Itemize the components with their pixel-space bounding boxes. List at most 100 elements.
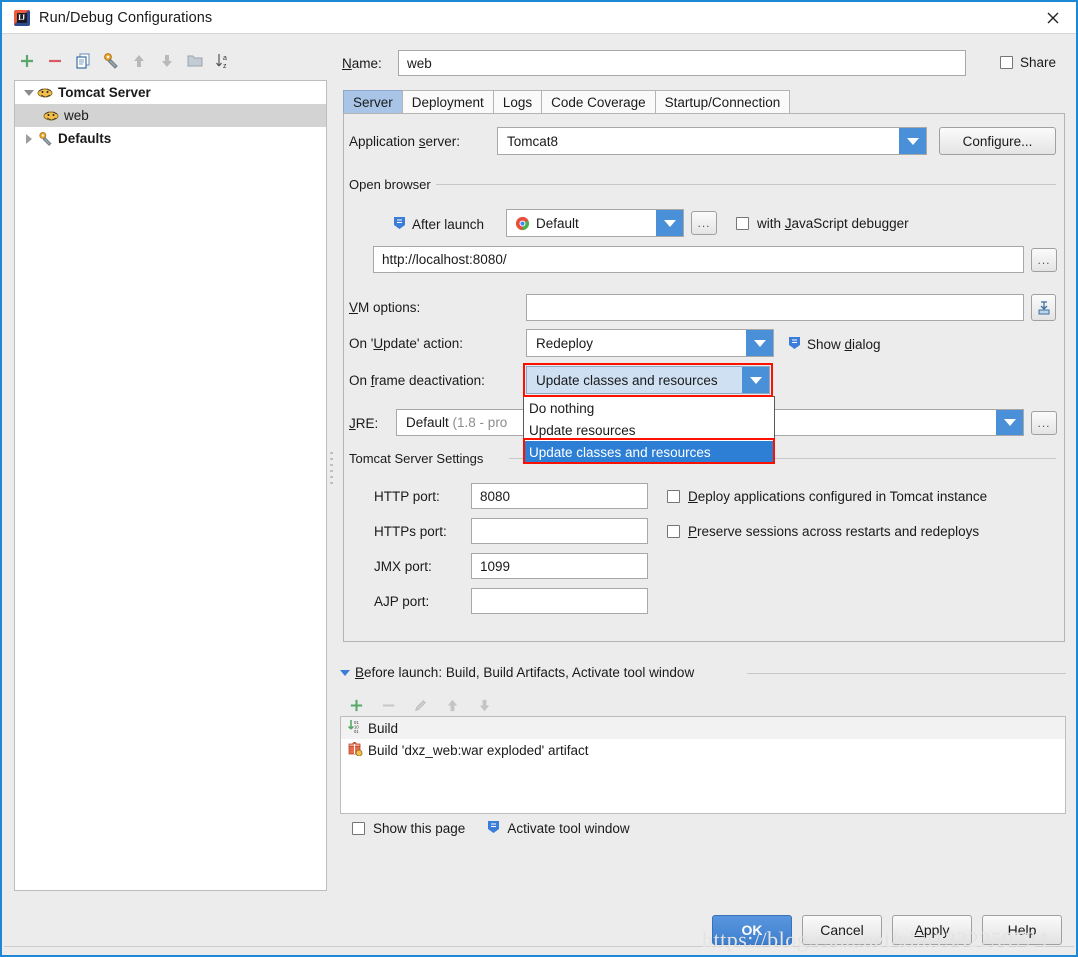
configurations-toolbar: a z xyxy=(14,46,324,76)
dropdown-item-label: Do nothing xyxy=(529,400,595,416)
expand-editor-icon[interactable] xyxy=(1031,294,1056,321)
tree-node-web[interactable]: web xyxy=(15,104,326,127)
move-up-button[interactable] xyxy=(126,48,152,74)
remove-configuration-button[interactable] xyxy=(42,48,68,74)
after-launch-label: After launch xyxy=(393,216,484,233)
application-server-combo[interactable]: Tomcat8 xyxy=(497,127,927,155)
jre-value-hint: (1.8 - pro xyxy=(452,415,508,430)
intellij-idea-icon: IJ xyxy=(14,10,30,26)
ajp-port-input[interactable] xyxy=(471,588,648,614)
before-launch-header[interactable]: Before launch: Build, Build Artifacts, A… xyxy=(340,665,694,680)
preserve-sessions-label: Preserve sessions across restarts and re… xyxy=(688,524,980,539)
chevron-down-icon[interactable] xyxy=(656,210,683,236)
tab-server[interactable]: Server xyxy=(343,90,403,113)
move-down-button[interactable] xyxy=(154,48,180,74)
create-folder-button[interactable] xyxy=(182,48,208,74)
show-dialog-checkbox[interactable]: Show dialog xyxy=(788,336,881,353)
show-this-page-checkbox-box[interactable] xyxy=(352,822,365,835)
name-input[interactable]: web xyxy=(398,50,966,76)
browser-browse-button[interactable]: ... xyxy=(691,211,717,235)
show-dialog-label: Show dialog xyxy=(807,337,881,352)
panel-splitter[interactable] xyxy=(329,452,335,490)
tab-label: Deployment xyxy=(411,94,484,110)
before-launch-add-button[interactable] xyxy=(343,692,369,718)
on-frame-deactivation-combo[interactable]: Update classes and resources xyxy=(526,366,770,394)
tree-node-tomcat-server[interactable]: Tomcat Server xyxy=(15,81,326,104)
dropdown-item-label: Update classes and resources xyxy=(529,444,711,460)
before-launch-title: Before launch: Build, Build Artifacts, A… xyxy=(355,665,695,680)
application-server-value: Tomcat8 xyxy=(507,133,559,149)
vm-options-input[interactable] xyxy=(526,294,1024,321)
svg-text:01: 01 xyxy=(354,729,359,734)
tomcat-icon xyxy=(37,85,54,101)
edit-defaults-wrench-icon[interactable] xyxy=(98,48,124,74)
on-frame-deactivation-value: Update classes and resources xyxy=(536,372,718,388)
add-configuration-button[interactable] xyxy=(14,48,40,74)
tab-code-coverage[interactable]: Code Coverage xyxy=(541,90,656,113)
configure-button[interactable]: Configure... xyxy=(939,127,1056,155)
ellipsis-icon: ... xyxy=(1037,416,1051,430)
deploy-applications-label: Deploy applications configured in Tomcat… xyxy=(688,489,988,504)
configure-button-label: Configure... xyxy=(962,133,1033,149)
tab-logs[interactable]: Logs xyxy=(492,90,543,113)
before-launch-edit-pencil-icon[interactable] xyxy=(407,692,433,718)
chevron-right-icon[interactable] xyxy=(21,131,37,147)
build-icon: 01 10 01 xyxy=(347,719,363,737)
chevron-down-icon[interactable] xyxy=(996,410,1023,435)
javascript-debugger-checkbox-box[interactable] xyxy=(736,217,749,230)
chevron-down-icon[interactable] xyxy=(340,669,350,676)
dropdown-item-do-nothing[interactable]: Do nothing xyxy=(524,397,774,419)
share-checkbox-box[interactable] xyxy=(1000,56,1013,69)
chevron-down-icon[interactable] xyxy=(21,85,37,101)
tab-deployment[interactable]: Deployment xyxy=(401,90,494,113)
share-checkbox[interactable]: Share xyxy=(1000,55,1056,70)
browser-url-browse-button[interactable]: ... xyxy=(1031,248,1057,272)
activate-tool-window-checkbox[interactable]: Activate tool window xyxy=(487,820,630,837)
chevron-down-icon[interactable] xyxy=(742,367,769,393)
run-config-icon xyxy=(788,336,801,353)
before-launch-remove-button[interactable] xyxy=(375,692,401,718)
on-update-action-combo[interactable]: Redeploy xyxy=(526,329,774,357)
tab-label: Server xyxy=(353,94,393,110)
before-launch-item-build[interactable]: 01 10 01 Build xyxy=(341,717,1065,739)
before-launch-group-line xyxy=(747,673,1066,674)
tree-node-label: Defaults xyxy=(58,131,112,146)
browser-combo[interactable]: Default xyxy=(506,209,684,237)
deploy-applications-checkbox[interactable]: Deploy applications configured in Tomcat… xyxy=(667,489,987,504)
vm-options-label: VM options: xyxy=(349,300,421,315)
chevron-down-icon[interactable] xyxy=(746,330,773,356)
javascript-debugger-label: with JavaScript debugger xyxy=(757,216,909,231)
preserve-sessions-checkbox[interactable]: Preserve sessions across restarts and re… xyxy=(667,524,979,539)
before-launch-move-up-button[interactable] xyxy=(439,692,465,718)
browser-url-input[interactable]: http://localhost:8080/ xyxy=(373,246,1024,273)
copy-configuration-button[interactable] xyxy=(70,48,96,74)
jmx-port-value: 1099 xyxy=(480,558,511,574)
https-port-input[interactable] xyxy=(471,518,648,544)
on-frame-deactivation-dropdown[interactable]: Do nothing Update resources Update class… xyxy=(523,396,775,464)
before-launch-list[interactable]: 01 10 01 Build Build 'dxz_web:war explod… xyxy=(340,716,1066,814)
before-launch-move-down-button[interactable] xyxy=(471,692,497,718)
deploy-applications-checkbox-box[interactable] xyxy=(667,490,680,503)
close-icon[interactable] xyxy=(1030,2,1076,33)
chevron-down-icon[interactable] xyxy=(899,128,926,154)
tree-node-defaults[interactable]: Defaults xyxy=(15,127,326,150)
activate-tool-window-label: Activate tool window xyxy=(507,821,630,836)
preserve-sessions-checkbox-box[interactable] xyxy=(667,525,680,538)
show-this-page-checkbox[interactable]: Show this page xyxy=(352,821,465,836)
before-launch-item-artifact[interactable]: Build 'dxz_web:war exploded' artifact xyxy=(341,739,1065,761)
sort-az-icon[interactable]: a z xyxy=(210,48,236,74)
javascript-debugger-checkbox[interactable]: with JavaScript debugger xyxy=(736,216,909,231)
jmx-port-input[interactable]: 1099 xyxy=(471,553,648,579)
svg-text:z: z xyxy=(223,63,227,70)
before-launch-options: Show this page Activate tool window xyxy=(352,820,630,837)
configurations-tree[interactable]: Tomcat Server web Defaults xyxy=(14,80,327,891)
dropdown-item-update-classes-and-resources[interactable]: Update classes and resources xyxy=(524,441,774,463)
dropdown-item-update-resources[interactable]: Update resources xyxy=(524,419,774,441)
title-divider xyxy=(2,33,1076,34)
tab-label: Startup/Connection xyxy=(664,94,781,110)
tab-startup-connection[interactable]: Startup/Connection xyxy=(654,90,791,113)
jre-value: Default (1.8 - pro xyxy=(397,415,507,430)
jre-browse-button[interactable]: ... xyxy=(1031,411,1057,435)
http-port-input[interactable]: 8080 xyxy=(471,483,648,509)
http-port-value: 8080 xyxy=(480,488,511,504)
